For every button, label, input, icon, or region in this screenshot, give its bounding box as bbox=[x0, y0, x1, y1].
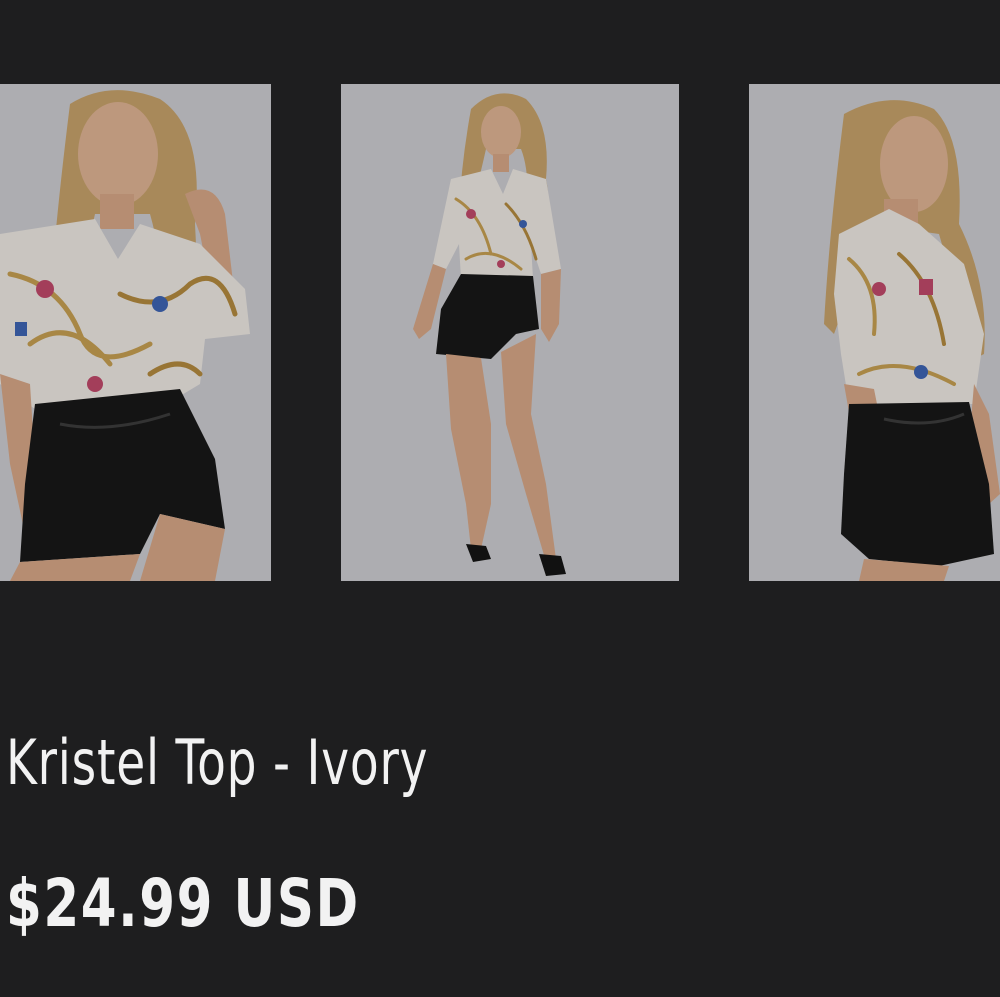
model-side-view-photo bbox=[749, 84, 1000, 581]
product-photo-side[interactable] bbox=[749, 84, 1000, 581]
product-title: Kristel Top - Ivory bbox=[6, 726, 429, 799]
product-photo-full-length[interactable] bbox=[341, 84, 679, 581]
product-photo-front[interactable] bbox=[0, 84, 271, 581]
product-price: $24.99 USD bbox=[6, 865, 360, 942]
product-image-gallery bbox=[0, 84, 1000, 581]
model-full-length-photo bbox=[341, 84, 679, 581]
model-front-closeup-photo bbox=[0, 84, 271, 581]
